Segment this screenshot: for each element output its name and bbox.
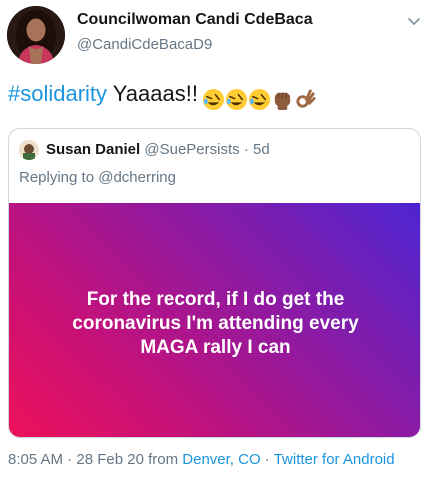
quoted-image[interactable]: For the record, if I do get the coronavi… [9,203,420,437]
quoted-author[interactable]: Susan Daniel @SuePersists · 5d [46,141,270,158]
quoted-display-name[interactable]: Susan Daniel [46,141,140,158]
rolling-laughing-emoji-icon [202,88,225,110]
tweet-body: Yaaaas!! [107,81,198,106]
replying-to: Replying to @dcherring [19,169,176,186]
quoted-avatar[interactable] [19,140,39,160]
emoji-row [202,84,317,112]
author-handle[interactable]: @CandiCdeBacaD9 [77,36,212,53]
chevron-down-icon[interactable] [407,14,421,28]
tweet-meta: 8:05 AM · 28 Feb 20 from Denver, CO · Tw… [8,449,418,471]
ok-hand-emoji-icon [296,89,316,108]
quoted-tweet[interactable]: Susan Daniel @SuePersists · 5d Replying … [8,128,421,438]
client-link[interactable]: Twitter for Android [274,451,395,468]
tweet-timestamp[interactable]: 8:05 AM · 28 Feb 20 from [8,451,182,468]
raised-fist-emoji-icon [274,92,291,110]
quoted-age: · 5d [243,141,270,158]
tweet: Councilwoman Candi CdeBaca @CandiCdeBaca… [0,0,431,503]
author-display-name[interactable]: Councilwoman Candi CdeBaca [77,11,313,29]
author-avatar[interactable] [7,6,65,64]
rolling-laughing-emoji-icon [225,88,248,110]
tweet-text: #solidarity Yaaaas!! [8,80,317,112]
location-link[interactable]: Denver, CO [182,451,260,468]
rolling-laughing-emoji-icon [248,88,271,110]
meta-separator: · [260,451,274,468]
quoted-image-text: For the record, if I do get the coronavi… [72,289,359,358]
hashtag-link[interactable]: #solidarity [8,81,107,106]
quoted-handle[interactable]: @SuePersists [144,141,239,158]
